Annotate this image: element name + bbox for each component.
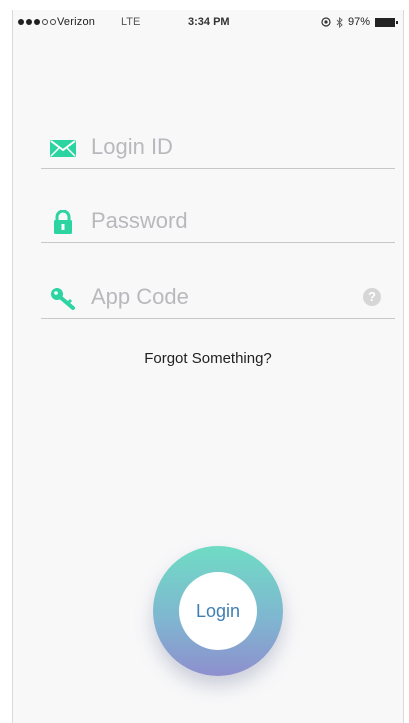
password-input[interactable] bbox=[91, 204, 351, 238]
battery-icon bbox=[375, 17, 398, 27]
signal-dot-empty bbox=[42, 19, 48, 25]
app-code-input[interactable] bbox=[91, 280, 351, 314]
bluetooth-icon bbox=[336, 16, 343, 28]
login-id-field bbox=[41, 128, 395, 169]
lock-icon bbox=[54, 210, 72, 234]
carrier-name: Verizon bbox=[57, 16, 96, 28]
status-bar: Verizon LTE 3:34 PM 97% bbox=[13, 10, 403, 36]
key-icon bbox=[51, 288, 75, 310]
signal-dot bbox=[26, 19, 32, 25]
envelope-icon bbox=[50, 140, 76, 157]
phone-screen: Verizon LTE 3:34 PM 97% Login ID App Cod… bbox=[12, 10, 404, 723]
login-button-label: Login bbox=[179, 572, 257, 650]
password-field bbox=[41, 202, 395, 243]
signal-dot bbox=[34, 19, 40, 25]
login-id-input[interactable] bbox=[91, 130, 351, 164]
app-code-field: ? bbox=[41, 278, 395, 319]
signal-dot bbox=[18, 19, 24, 25]
location-icon bbox=[321, 17, 331, 27]
login-button[interactable]: Login bbox=[153, 546, 283, 676]
forgot-something-link[interactable]: Forgot Something? bbox=[13, 350, 403, 367]
signal-dot-empty bbox=[50, 19, 56, 25]
status-right-group: 97% bbox=[321, 16, 398, 28]
status-time: 3:34 PM bbox=[188, 16, 230, 28]
help-icon[interactable]: ? bbox=[363, 288, 381, 306]
signal-strength-icon bbox=[18, 19, 56, 25]
battery-percent: 97% bbox=[347, 16, 370, 28]
network-type: LTE bbox=[121, 16, 141, 28]
